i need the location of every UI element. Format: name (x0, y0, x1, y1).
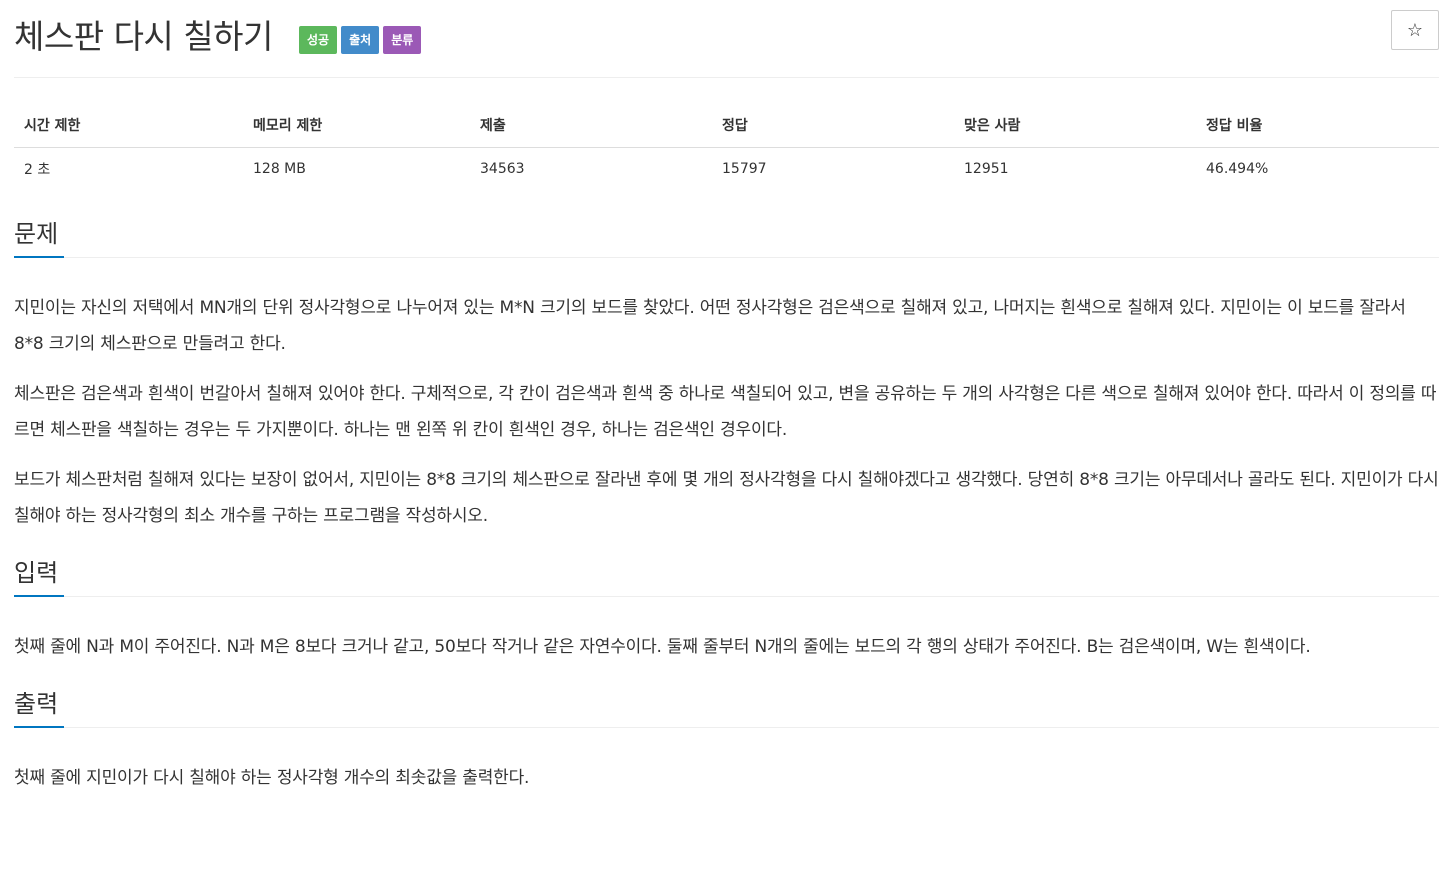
output-paragraph: 첫째 줄에 지민이가 다시 칠해야 하는 정사각형 개수의 최솟값을 출력한다. (14, 768, 530, 788)
time-limit-header: 시간 제한 (14, 102, 243, 148)
solved-users-header: 맞은 사람 (954, 102, 1196, 148)
problem-description-section: 문제 지민이는 자신의 저택에서 MN개의 단위 정사각형으로 나누어져 있는 … (14, 211, 1439, 534)
accepted-value: 15797 (712, 147, 954, 191)
solved-users-value: 12951 (954, 147, 1196, 191)
submissions-header: 제출 (470, 102, 712, 148)
submissions-value: 34563 (470, 147, 712, 191)
time-limit-value: 2 초 (14, 147, 243, 191)
input-title: 입력 (14, 555, 64, 597)
problem-description-title: 문제 (14, 216, 64, 258)
favorite-button[interactable]: ☆ (1391, 10, 1439, 50)
problem-page: 체스판 다시 칠하기 성공 출처 분류 ☆ 시간 제한 메모리 제한 제출 정답… (14, 0, 1439, 796)
input-paragraph: 첫째 줄에 N과 M이 주어진다. N과 M은 8보다 크거나 같고, 50보다… (14, 637, 1311, 657)
problem-stats-table: 시간 제한 메모리 제한 제출 정답 맞은 사람 정답 비율 2 초 128 M… (14, 102, 1439, 191)
output-title: 출력 (14, 686, 64, 728)
memory-limit-header: 메모리 제한 (243, 102, 470, 148)
input-body: 첫째 줄에 N과 M이 주어진다. N과 M은 8보다 크거나 같고, 50보다… (14, 597, 1439, 665)
output-heading: 출력 (14, 681, 1439, 728)
problem-paragraph: 체스판은 검은색과 흰색이 번갈아서 칠해져 있어야 한다. 구체적으로, 각 … (14, 384, 1437, 440)
accepted-header: 정답 (712, 102, 954, 148)
accept-ratio-header: 정답 비율 (1196, 102, 1439, 148)
problem-paragraph: 지민이는 자신의 저택에서 MN개의 단위 정사각형으로 나누어져 있는 M*N… (14, 298, 1406, 354)
problem-badges: 성공 출처 분류 (299, 26, 422, 54)
accept-ratio-value: 46.494% (1196, 147, 1439, 191)
stats-value-row: 2 초 128 MB 34563 15797 12951 46.494% (14, 147, 1439, 191)
memory-limit-value: 128 MB (243, 147, 470, 191)
input-section: 입력 첫째 줄에 N과 M이 주어진다. N과 M은 8보다 크거나 같고, 5… (14, 550, 1439, 665)
category-badge[interactable]: 분류 (383, 26, 422, 54)
output-section: 출력 첫째 줄에 지민이가 다시 칠해야 하는 정사각형 개수의 최솟값을 출력… (14, 681, 1439, 796)
problem-paragraph: 보드가 체스판처럼 칠해져 있다는 보장이 없어서, 지민이는 8*8 크기의 … (14, 470, 1439, 526)
output-body: 첫째 줄에 지민이가 다시 칠해야 하는 정사각형 개수의 최솟값을 출력한다. (14, 728, 1439, 796)
problem-title: 체스판 다시 칠하기 (14, 17, 273, 56)
success-badge[interactable]: 성공 (299, 26, 338, 54)
stats-header-row: 시간 제한 메모리 제한 제출 정답 맞은 사람 정답 비율 (14, 102, 1439, 148)
problem-description-heading: 문제 (14, 211, 1439, 258)
input-heading: 입력 (14, 550, 1439, 597)
problem-header: 체스판 다시 칠하기 성공 출처 분류 ☆ (14, 0, 1439, 78)
problem-description-body: 지민이는 자신의 저택에서 MN개의 단위 정사각형으로 나누어져 있는 M*N… (14, 258, 1439, 534)
star-icon: ☆ (1406, 19, 1424, 41)
source-badge[interactable]: 출처 (341, 26, 380, 54)
